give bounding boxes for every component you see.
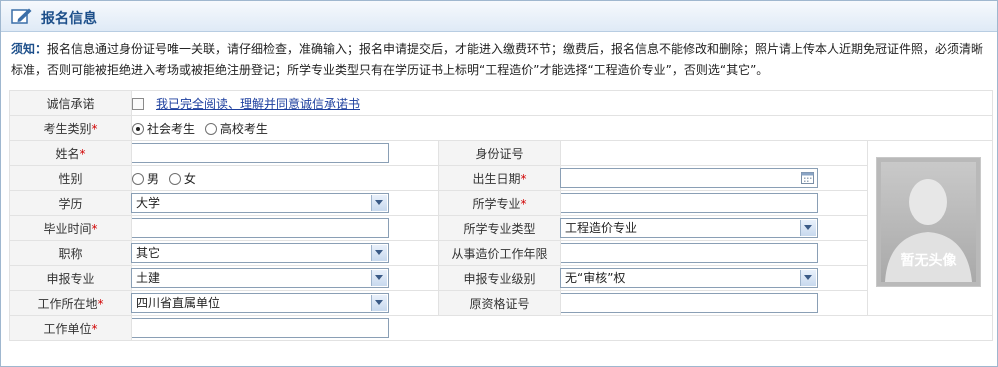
notice: 须知：报名信息通过身份证号唯一关联，请仔细检查，准确输入；报名申请提交后，才能进…	[11, 39, 989, 81]
gender-radio-female[interactable]	[168, 172, 181, 185]
category-option-social: 社会考生	[147, 121, 196, 136]
gender-radio-male[interactable]	[132, 172, 144, 185]
registration-form: 诚信承诺 我已完全阅读、理解并同意诚信承诺书 考生类别* 社会考生 高校考生 姓…	[9, 90, 994, 341]
integrity-link[interactable]: 我已完全阅读、理解并同意诚信承诺书	[156, 97, 360, 111]
row-grad-time: 毕业时间* 所学专业类型 工程造价专业	[9, 215, 993, 241]
title-select[interactable]: 其它	[131, 243, 389, 263]
row-gender: 性别 男 女 出生日期*	[9, 165, 993, 191]
chevron-down-icon[interactable]	[371, 245, 387, 261]
row-apply-major: 申报专业 土建 申报专业级别 无“审核”权	[9, 265, 993, 291]
work-years-label: 从事造价工作年限	[438, 240, 561, 266]
major-input[interactable]	[560, 193, 818, 213]
id-number-label: 身份证号	[438, 140, 561, 166]
grad-time-input[interactable]	[131, 218, 389, 238]
row-location: 工作所在地* 四川省直属单位 原资格证号	[9, 290, 993, 316]
gender-option-female: 女	[183, 171, 196, 186]
gender-label: 性别	[9, 165, 132, 191]
avatar-placeholder[interactable]: 暂无头像	[876, 157, 981, 287]
chevron-down-icon[interactable]	[371, 295, 387, 311]
row-name: 姓名* 身份证号	[9, 140, 994, 316]
category-option-college: 高校考生	[219, 121, 268, 136]
row-category: 考生类别* 社会考生 高校考生	[9, 115, 994, 141]
major-type-label: 所学专业类型	[438, 215, 561, 241]
title-label: 职称	[9, 240, 132, 266]
chevron-down-icon[interactable]	[800, 220, 816, 236]
chevron-down-icon[interactable]	[371, 270, 387, 286]
orig-cert-label: 原资格证号	[438, 290, 561, 316]
panel-header: 报名信息	[1, 1, 997, 32]
apply-major-label: 申报专业	[9, 265, 132, 291]
apply-level-select[interactable]: 无“审核”权	[560, 268, 818, 288]
edit-icon	[11, 8, 32, 24]
id-number-value	[560, 140, 868, 166]
row-title: 职称 其它 从事造价工作年限	[9, 240, 993, 266]
integrity-checkbox[interactable]	[132, 97, 144, 110]
gender-option-male: 男	[147, 171, 160, 186]
avatar-placeholder-text: 暂无头像	[900, 253, 957, 269]
category-label: 考生类别*	[9, 115, 132, 141]
grad-time-label: 毕业时间*	[9, 215, 132, 241]
row-integrity: 诚信承诺 我已完全阅读、理解并同意诚信承诺书	[9, 90, 994, 116]
chevron-down-icon[interactable]	[800, 270, 816, 286]
registration-panel: 报名信息 须知：报名信息通过身份证号唯一关联，请仔细检查，准确输入；报名申请提交…	[0, 0, 998, 367]
employer-input[interactable]	[131, 318, 389, 338]
panel-title: 报名信息	[41, 11, 97, 27]
apply-level-label: 申报专业级别	[438, 265, 561, 291]
apply-major-select[interactable]: 土建	[131, 268, 389, 288]
education-label: 学历	[9, 190, 132, 216]
notice-text: 报名信息通过身份证号唯一关联，请仔细检查，准确输入；报名申请提交后，才能进入缴费…	[11, 42, 984, 77]
birth-date-label: 出生日期*	[438, 165, 561, 191]
chevron-down-icon[interactable]	[371, 195, 387, 211]
integrity-label: 诚信承诺	[9, 90, 132, 116]
name-label: 姓名*	[9, 140, 132, 166]
row-education: 学历 大学 所学专业*	[9, 190, 993, 216]
orig-cert-input[interactable]	[560, 293, 818, 313]
category-radio-social[interactable]	[132, 122, 144, 135]
birth-date-input[interactable]	[560, 168, 818, 188]
name-input[interactable]	[131, 143, 389, 163]
employer-label: 工作单位*	[9, 315, 132, 341]
category-radio-college[interactable]	[204, 122, 217, 135]
major-type-select[interactable]: 工程造价专业	[560, 218, 818, 238]
notice-label: 须知：	[11, 42, 48, 56]
row-employer: 工作单位*	[9, 315, 994, 341]
calendar-icon[interactable]	[801, 172, 814, 184]
location-select[interactable]: 四川省直属单位	[131, 293, 389, 313]
location-label: 工作所在地*	[9, 290, 132, 316]
education-select[interactable]: 大学	[131, 193, 389, 213]
major-label: 所学专业*	[438, 190, 561, 216]
work-years-input[interactable]	[560, 243, 818, 263]
